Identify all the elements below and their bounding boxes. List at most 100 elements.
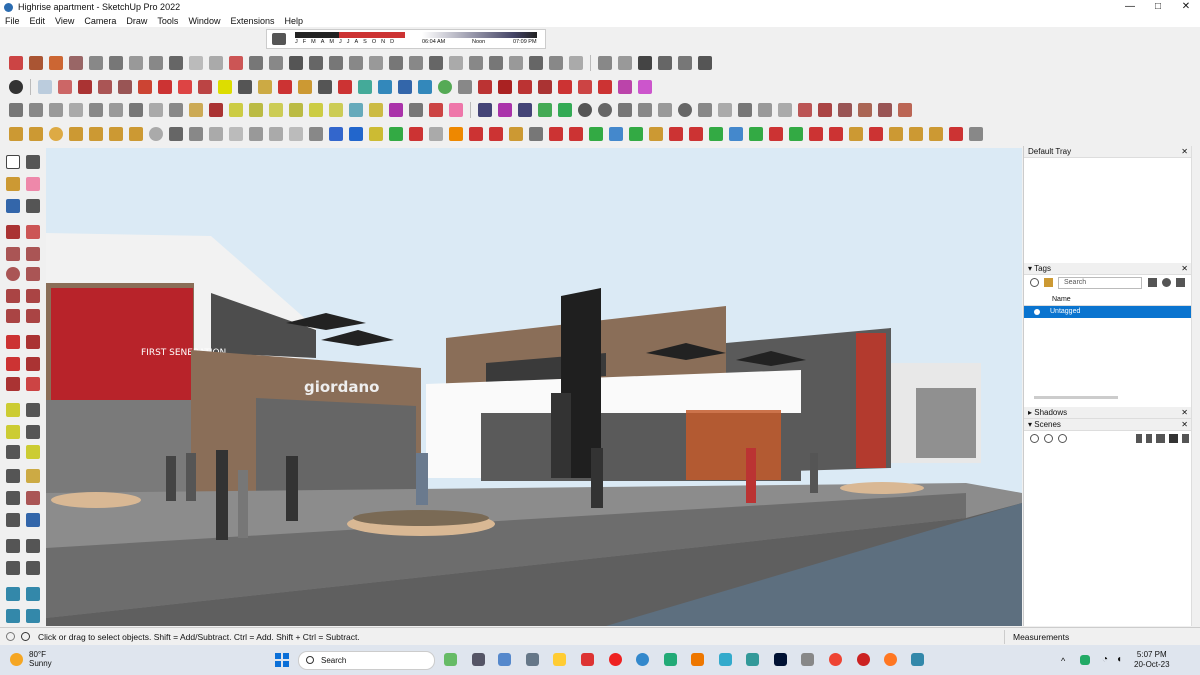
zoom-icon[interactable] [6, 491, 20, 505]
dots-red-icon[interactable] [949, 127, 963, 141]
cup-icon[interactable] [618, 103, 632, 117]
scale-icon[interactable] [198, 80, 212, 94]
flip-blue-2-icon[interactable] [518, 103, 532, 117]
round-corner-icon[interactable] [229, 56, 243, 70]
sandbox-from-contours-icon[interactable] [458, 80, 472, 94]
house-icon[interactable] [638, 56, 652, 70]
panel-icon[interactable] [529, 56, 543, 70]
sweep-icon[interactable] [149, 56, 163, 70]
position-camera-icon[interactable] [6, 539, 20, 553]
zoom-extents-icon[interactable] [6, 513, 20, 527]
dots-icon[interactable] [549, 127, 563, 141]
shape-red-icon[interactable] [478, 80, 492, 94]
rail-icon[interactable] [309, 56, 323, 70]
bucket-icon[interactable] [869, 127, 883, 141]
pencil-icon[interactable] [78, 80, 92, 94]
menu-file[interactable]: File [5, 16, 20, 26]
shape-red-5-icon[interactable] [558, 80, 572, 94]
shape-pink-icon[interactable] [638, 80, 652, 94]
teams-icon[interactable] [498, 653, 511, 666]
three-point-arc-icon[interactable] [6, 309, 20, 323]
tape-measure-icon[interactable] [218, 80, 232, 94]
pencil-icon[interactable] [26, 199, 40, 213]
tray-app-icon[interactable] [1080, 655, 1090, 665]
lasso-icon[interactable] [26, 155, 40, 169]
menu-window[interactable]: Window [188, 16, 220, 26]
door-tool-icon[interactable] [429, 56, 443, 70]
window-frame-icon[interactable] [738, 103, 752, 117]
paint-bucket-icon[interactable] [6, 177, 20, 191]
circle-icon[interactable] [6, 267, 20, 281]
chrome-icon[interactable] [829, 653, 842, 666]
orbit-icon[interactable] [278, 80, 292, 94]
material-5-icon[interactable] [878, 103, 892, 117]
measurements-box[interactable]: Measurements [1004, 630, 1200, 644]
loop-2-icon[interactable] [249, 103, 263, 117]
menu-camera[interactable]: Camera [84, 16, 116, 26]
house-2-icon[interactable] [658, 56, 672, 70]
box-3-icon[interactable] [249, 127, 263, 141]
3d-text-icon[interactable] [26, 445, 40, 459]
square-green-icon[interactable] [789, 127, 803, 141]
align-icon[interactable] [698, 103, 712, 117]
sandbox-icon[interactable] [6, 587, 20, 601]
circle-tool-icon[interactable] [578, 103, 592, 117]
layout-icon[interactable] [398, 80, 412, 94]
tray-close-icon[interactable]: ✕ [1181, 146, 1188, 158]
curve-yellow-icon[interactable] [369, 103, 383, 117]
two-point-arc-icon[interactable] [26, 289, 40, 303]
freehand-icon[interactable] [26, 225, 40, 239]
material-2-icon[interactable] [818, 103, 832, 117]
opera-icon[interactable] [609, 653, 622, 666]
look-around-icon[interactable] [26, 539, 40, 553]
tag-search-input[interactable]: Search [1058, 277, 1142, 289]
rectangle-icon[interactable] [118, 80, 132, 94]
file-explorer-icon[interactable] [553, 653, 566, 666]
shadow-toggle-icon[interactable] [272, 33, 286, 45]
layout-icon[interactable] [6, 609, 20, 623]
refresh-icon[interactable] [1030, 434, 1039, 443]
taskbar-search[interactable]: Search [298, 651, 435, 670]
warning-icon[interactable] [649, 127, 663, 141]
zoom-window-icon[interactable] [26, 491, 40, 505]
time-slider[interactable] [422, 32, 537, 38]
link-icon[interactable] [529, 127, 543, 141]
triangle-red-icon[interactable] [669, 127, 683, 141]
circle-tool-2-icon[interactable] [598, 103, 612, 117]
shape-red-6-icon[interactable] [578, 80, 592, 94]
fence-icon[interactable] [329, 56, 343, 70]
extension-warehouse-icon[interactable] [378, 80, 392, 94]
white-solid-icon[interactable] [429, 127, 443, 141]
axes-icon[interactable] [6, 445, 20, 459]
sphere-icon[interactable] [149, 127, 163, 141]
group-icon[interactable] [189, 127, 203, 141]
tape-measure-icon[interactable] [6, 403, 20, 417]
pan-icon[interactable] [26, 469, 40, 483]
extension-manager-icon[interactable] [26, 609, 40, 623]
window-frame-2-icon[interactable] [758, 103, 772, 117]
tag-row-untagged[interactable]: Untagged [1024, 306, 1192, 318]
chamfer-icon[interactable] [209, 56, 223, 70]
remove-scene-icon[interactable] [1058, 434, 1067, 443]
hatch-icon[interactable] [509, 56, 523, 70]
shape-icon[interactable] [109, 56, 123, 70]
extension-warehouse-icon[interactable] [26, 587, 40, 601]
grid-yellow-icon[interactable] [889, 127, 903, 141]
shape-purple-icon[interactable] [618, 80, 632, 94]
color-by-tag-icon[interactable] [1162, 278, 1171, 287]
shadows-close-icon[interactable]: ✕ [1181, 407, 1188, 419]
maximize-button[interactable]: □ [1144, 0, 1172, 14]
app-icon[interactable] [581, 653, 594, 666]
menu-draw[interactable]: Draw [126, 16, 147, 26]
weather-widget[interactable]: 80°F Sunny [10, 650, 52, 668]
dome-icon[interactable] [129, 127, 143, 141]
green-star-icon[interactable] [558, 103, 572, 117]
push-pull-icon[interactable] [138, 80, 152, 94]
scenes-panel-header[interactable]: ▾ Scenes ✕ [1024, 419, 1192, 431]
magnet-icon[interactable] [769, 127, 783, 141]
select-arrow-icon[interactable] [6, 155, 20, 169]
green-app-icon[interactable] [664, 653, 677, 666]
sun-icon[interactable] [49, 127, 63, 141]
blue-app-icon[interactable] [746, 653, 759, 666]
yellow-solid-icon[interactable] [369, 127, 383, 141]
